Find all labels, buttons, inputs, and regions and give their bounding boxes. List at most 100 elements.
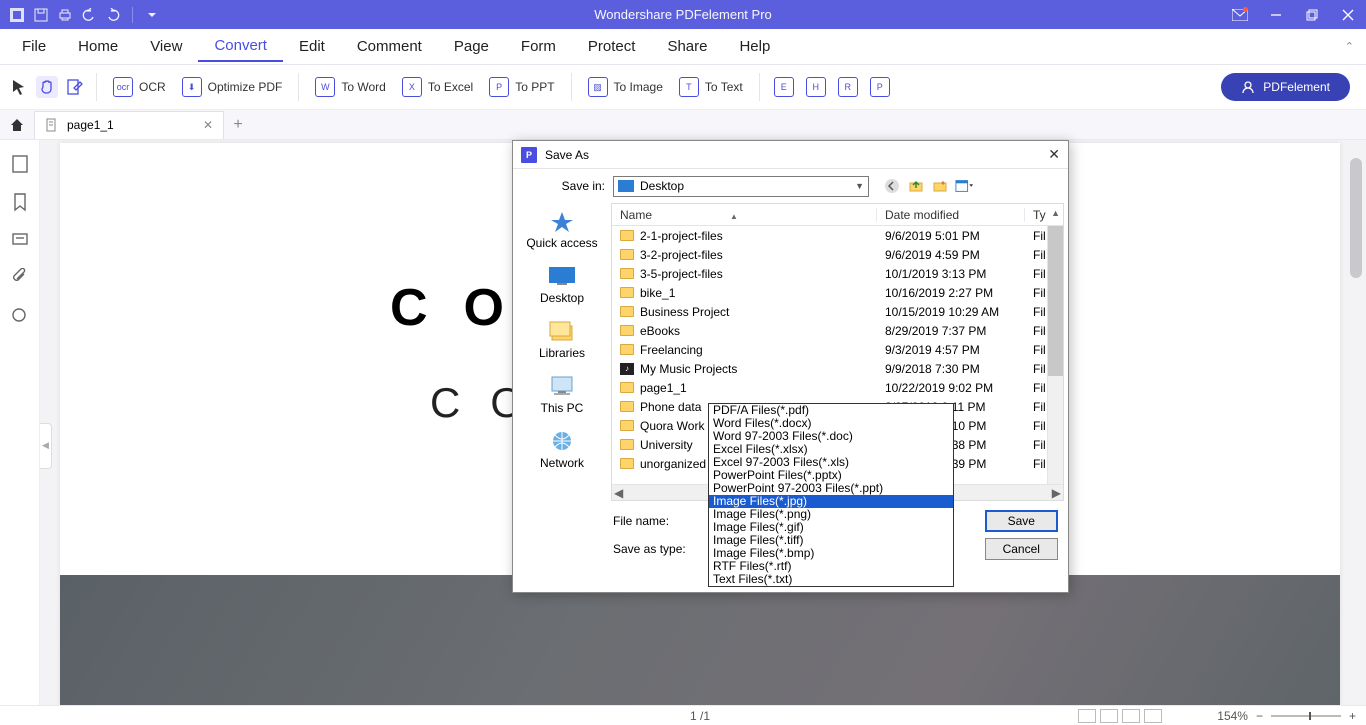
print-icon[interactable] [56, 6, 74, 24]
save-icon[interactable] [32, 6, 50, 24]
dialog-close-button[interactable]: ✕ [1048, 146, 1060, 163]
file-row[interactable]: bike_110/16/2019 2:27 PMFil [612, 283, 1063, 302]
new-folder-icon[interactable] [931, 177, 949, 195]
maximize-button[interactable] [1294, 0, 1330, 29]
search-icon[interactable] [10, 306, 30, 326]
pdfelement-button[interactable]: PDFelement [1221, 73, 1350, 101]
file-row[interactable]: 3-5-project-files10/1/2019 3:13 PMFil [612, 264, 1063, 283]
edit-icon[interactable] [64, 76, 86, 98]
to-pdfa-icon[interactable]: P [870, 77, 890, 97]
document-tab[interactable]: page1_1 ✕ [34, 111, 224, 139]
attachment-icon[interactable] [10, 268, 30, 288]
save-button[interactable]: Save [985, 510, 1058, 532]
minimize-button[interactable] [1258, 0, 1294, 29]
zoom-out-button[interactable]: − [1256, 709, 1263, 723]
type-option[interactable]: Word Files(*.docx) [709, 417, 953, 430]
file-row[interactable]: 2-1-project-files9/6/2019 5:01 PMFil [612, 226, 1063, 245]
comments-icon[interactable] [10, 230, 30, 250]
col-type[interactable]: Ty [1033, 208, 1046, 222]
to-text-button[interactable]: TTo Text [673, 73, 749, 101]
place-quick-access[interactable]: Quick access [526, 205, 597, 258]
type-option[interactable]: Image Files(*.gif) [709, 521, 953, 534]
close-button[interactable] [1330, 0, 1366, 29]
to-epub-icon[interactable]: E [774, 77, 794, 97]
menu-convert[interactable]: Convert [198, 31, 283, 62]
scroll-left-icon[interactable]: ◀ [614, 486, 623, 500]
zoom-slider[interactable] [1271, 715, 1341, 717]
to-rtf-icon[interactable]: R [838, 77, 858, 97]
mail-icon[interactable] [1222, 0, 1258, 29]
menu-home[interactable]: Home [62, 32, 134, 61]
menu-edit[interactable]: Edit [283, 32, 341, 61]
file-row[interactable]: Business Project10/15/2019 10:29 AMFil [612, 302, 1063, 321]
view-continuous-icon[interactable] [1100, 709, 1118, 723]
type-option[interactable]: PowerPoint 97-2003 Files(*.ppt) [709, 482, 953, 495]
collapse-ribbon-icon[interactable]: ⌃ [1345, 40, 1354, 53]
place-libraries[interactable]: Libraries [539, 315, 585, 368]
col-name[interactable]: Name [620, 208, 652, 222]
type-option[interactable]: Text Files(*.txt) [709, 573, 953, 586]
file-list-vscroll[interactable] [1047, 226, 1063, 484]
menu-view[interactable]: View [134, 32, 198, 61]
view-two-icon[interactable] [1122, 709, 1140, 723]
save-in-combo[interactable]: Desktop ▼ [613, 176, 869, 197]
menu-protect[interactable]: Protect [572, 32, 652, 61]
thumbnails-icon[interactable] [10, 154, 30, 174]
file-row[interactable]: Freelancing9/3/2019 4:57 PMFil [612, 340, 1063, 359]
view-two-cont-icon[interactable] [1144, 709, 1162, 723]
type-option[interactable]: Image Files(*.bmp) [709, 547, 953, 560]
hand-icon[interactable] [36, 76, 58, 98]
new-tab-button[interactable]: + [224, 116, 252, 134]
col-date[interactable]: Date modified [877, 208, 1025, 222]
close-tab-icon[interactable]: ✕ [203, 118, 213, 132]
file-row[interactable]: 3-2-project-files9/6/2019 4:59 PMFil [612, 245, 1063, 264]
view-menu-icon[interactable] [955, 177, 973, 195]
zoom-in-button[interactable]: + [1349, 709, 1356, 723]
bookmark-icon[interactable] [10, 192, 30, 212]
menu-share[interactable]: Share [651, 32, 723, 61]
redo-icon[interactable] [104, 6, 122, 24]
type-option[interactable]: Image Files(*.tiff) [709, 534, 953, 547]
to-ppt-button[interactable]: PTo PPT [483, 73, 560, 101]
menu-help[interactable]: Help [723, 32, 786, 61]
menu-file[interactable]: File [6, 32, 62, 61]
view-single-icon[interactable] [1078, 709, 1096, 723]
to-excel-button[interactable]: XTo Excel [396, 73, 479, 101]
up-folder-icon[interactable] [907, 177, 925, 195]
place-network[interactable]: Network [540, 425, 584, 478]
optimize-button[interactable]: ⬇Optimize PDF [176, 73, 289, 101]
place-desktop[interactable]: Desktop [540, 260, 584, 313]
type-option[interactable]: RTF Files(*.rtf) [709, 560, 953, 573]
type-option[interactable]: Image Files(*.jpg) [709, 495, 953, 508]
vertical-scrollbar[interactable] [1350, 158, 1362, 278]
ocr-button[interactable]: ocrOCR [107, 73, 172, 101]
type-option[interactable]: Image Files(*.png) [709, 508, 953, 521]
file-name: bike_1 [640, 286, 675, 300]
save-as-type-dropdown[interactable]: PDF/A Files(*.pdf)Word Files(*.docx)Word… [708, 403, 954, 587]
type-option[interactable]: Word 97-2003 Files(*.doc) [709, 430, 953, 443]
menu-form[interactable]: Form [505, 32, 572, 61]
scroll-up-icon[interactable]: ▲ [1051, 208, 1060, 218]
undo-icon[interactable] [80, 6, 98, 24]
menu-page[interactable]: Page [438, 32, 505, 61]
scroll-right-icon[interactable]: ▶ [1052, 486, 1061, 500]
collapse-handle[interactable]: ◀ [40, 423, 52, 469]
file-list-header[interactable]: Name▲ Date modified Ty▲ [612, 204, 1063, 226]
to-html-icon[interactable]: H [806, 77, 826, 97]
back-icon[interactable] [883, 177, 901, 195]
to-word-button[interactable]: WTo Word [309, 73, 391, 101]
file-row[interactable]: eBooks8/29/2019 7:37 PMFil [612, 321, 1063, 340]
type-option[interactable]: Excel 97-2003 Files(*.xls) [709, 456, 953, 469]
type-option[interactable]: PowerPoint Files(*.pptx) [709, 469, 953, 482]
file-row[interactable]: ♪My Music Projects9/9/2018 7:30 PMFil [612, 359, 1063, 378]
type-option[interactable]: Excel Files(*.xlsx) [709, 443, 953, 456]
menu-comment[interactable]: Comment [341, 32, 438, 61]
home-tab-icon[interactable] [0, 117, 34, 133]
file-row[interactable]: page1_110/22/2019 9:02 PMFil [612, 378, 1063, 397]
pointer-icon[interactable] [8, 76, 30, 98]
to-image-button[interactable]: ▨To Image [582, 73, 669, 101]
qa-dropdown-icon[interactable] [143, 6, 161, 24]
cancel-button[interactable]: Cancel [985, 538, 1058, 560]
place-this-pc[interactable]: This PC [541, 370, 584, 423]
type-option[interactable]: PDF/A Files(*.pdf) [709, 404, 953, 417]
